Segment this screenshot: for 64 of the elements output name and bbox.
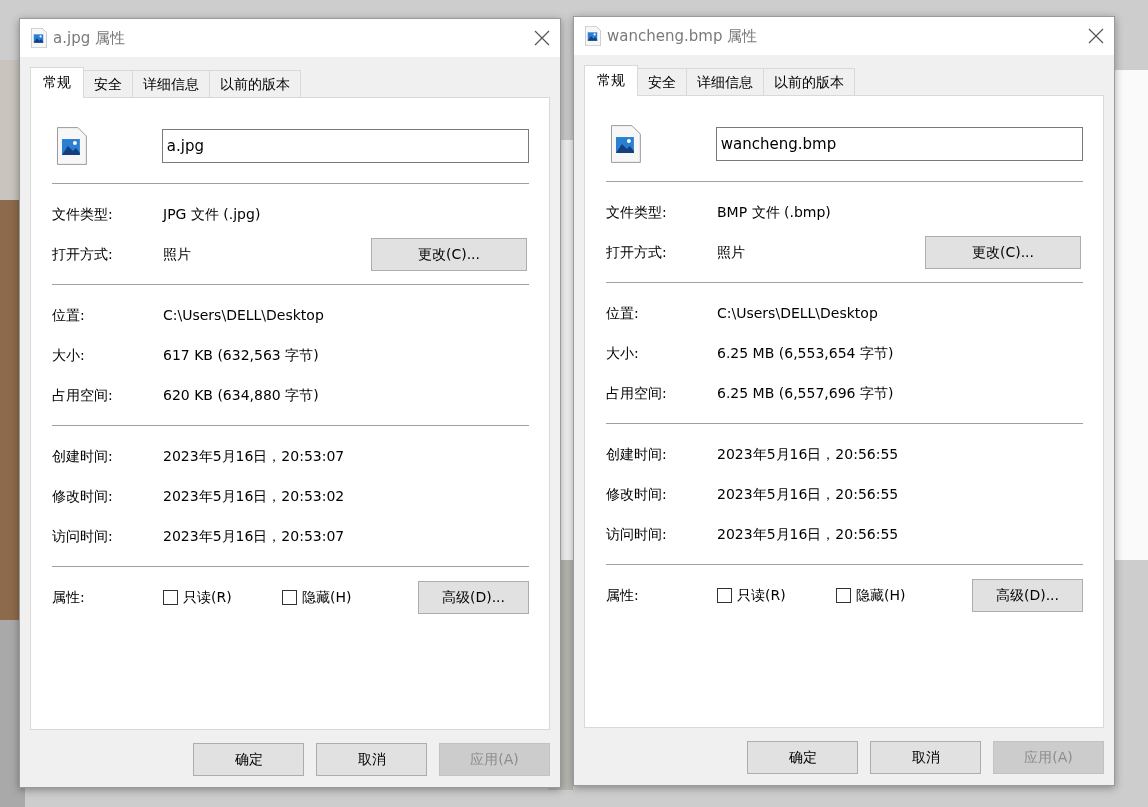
property-label: 访问时间: [606, 524, 668, 544]
advanced-button[interactable]: 高级(D)... [418, 580, 529, 614]
property-label: 修改时间: [606, 484, 668, 504]
window-title: wancheng.bmp 属性 [607, 25, 758, 47]
image-file-icon [611, 125, 641, 163]
property-label: 位置: [52, 305, 86, 325]
property-label: 创建时间: [606, 444, 668, 464]
checkbox-label[interactable]: 隐藏(H) [302, 586, 352, 608]
checkbox[interactable] [717, 587, 732, 603]
property-label: 大小: [606, 343, 640, 363]
file-name-field[interactable]: wancheng.bmp [715, 127, 1083, 161]
property-label: 访问时间: [52, 526, 114, 546]
tab[interactable]: 常规 [584, 65, 638, 96]
checkbox[interactable] [163, 589, 178, 605]
property-label: 创建时间: [52, 446, 114, 466]
close-icon[interactable] [1088, 28, 1104, 44]
dialog-button[interactable]: 取消 [316, 743, 427, 776]
tab[interactable]: 以前的版本 [209, 70, 301, 97]
property-value: 2023年5月16日，20:56:55 [717, 444, 899, 464]
property-value: 2023年5月16日，20:53:02 [163, 486, 345, 506]
property-label: 属性: [52, 587, 86, 607]
property-value: 照片 [163, 244, 191, 264]
property-value: 617 KB (632,563 字节) [163, 345, 319, 365]
tab[interactable]: 以前的版本 [763, 68, 855, 95]
property-label: 修改时间: [52, 486, 114, 506]
property-label: 打开方式: [52, 244, 114, 264]
property-label: 占用空间: [606, 383, 668, 403]
property-value: JPG 文件 (.jpg) [163, 204, 261, 224]
property-value: 2023年5月16日，20:53:07 [163, 446, 345, 466]
checkbox[interactable] [836, 587, 851, 603]
property-value: C:\Users\DELL\Desktop [163, 305, 324, 325]
property-label: 打开方式: [606, 242, 668, 262]
image-file-icon [585, 26, 601, 46]
advanced-button[interactable]: 高级(D)... [972, 578, 1083, 612]
checkbox-label[interactable]: 隐藏(H) [856, 584, 906, 606]
property-label: 文件类型: [52, 204, 114, 224]
checkbox[interactable] [282, 589, 297, 605]
property-value: 6.25 MB (6,553,654 字节) [717, 343, 894, 363]
property-label: 占用空间: [52, 385, 114, 405]
dialog-button[interactable]: 取消 [870, 741, 981, 774]
file-name-field[interactable]: a.jpg [161, 129, 529, 163]
checkbox-label[interactable]: 只读(R) [737, 584, 786, 606]
property-value: BMP 文件 (.bmp) [717, 202, 831, 222]
property-value: 2023年5月16日，20:56:55 [717, 484, 899, 504]
image-file-icon [57, 127, 87, 165]
property-label: 属性: [606, 585, 640, 605]
property-value: 2023年5月16日，20:56:55 [717, 524, 899, 544]
dialog-button[interactable]: 确定 [747, 741, 858, 774]
property-label: 位置: [606, 303, 640, 323]
property-value: 6.25 MB (6,557,696 字节) [717, 383, 894, 403]
property-value: C:\Users\DELL\Desktop [717, 303, 878, 323]
window-title: a.jpg 属性 [53, 27, 125, 49]
change-button[interactable]: 更改(C)... [371, 237, 527, 271]
property-label: 文件类型: [606, 202, 668, 222]
property-value: 620 KB (634,880 字节) [163, 385, 319, 405]
property-label: 大小: [52, 345, 86, 365]
checkbox-label[interactable]: 只读(R) [183, 586, 232, 608]
tab[interactable]: 常规 [30, 67, 84, 98]
close-icon[interactable] [534, 30, 550, 46]
image-file-icon [31, 28, 47, 48]
change-button[interactable]: 更改(C)... [925, 235, 1081, 269]
property-value: 照片 [717, 242, 745, 262]
property-value: 2023年5月16日，20:53:07 [163, 526, 345, 546]
dialog-button[interactable]: 确定 [193, 743, 304, 776]
